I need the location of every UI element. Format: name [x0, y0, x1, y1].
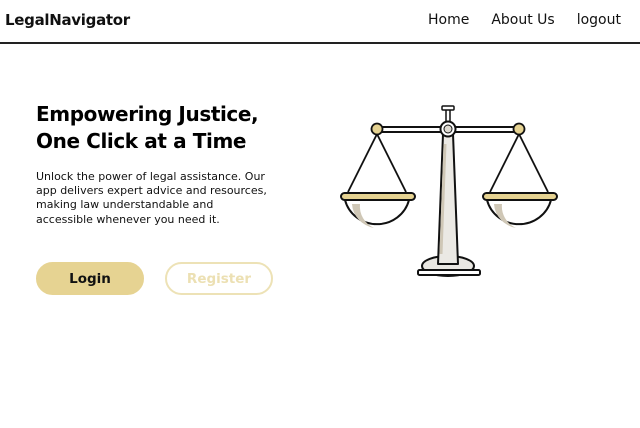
nav-home-link[interactable]: Home	[428, 12, 469, 28]
hero-title-line-2: One Click at a Time	[36, 129, 247, 153]
hero-description: Unlock the power of legal assistance. Ou…	[36, 170, 267, 226]
nav-about-link[interactable]: About Us	[491, 12, 554, 28]
top-navbar: LegalNavigator Home About Us logout	[0, 0, 640, 44]
register-button[interactable]: Register	[165, 262, 273, 295]
hero-title-line-1: Empowering Justice,	[36, 102, 259, 126]
nav-links: Home About Us logout	[406, 12, 621, 28]
nav-logout-link[interactable]: logout	[577, 12, 621, 28]
brand-logo[interactable]: LegalNavigator	[5, 11, 130, 29]
scales-of-justice-icon	[340, 105, 558, 277]
login-button[interactable]: Login	[36, 262, 144, 295]
hero-title: Empowering Justice, One Click at a Time	[36, 101, 296, 155]
